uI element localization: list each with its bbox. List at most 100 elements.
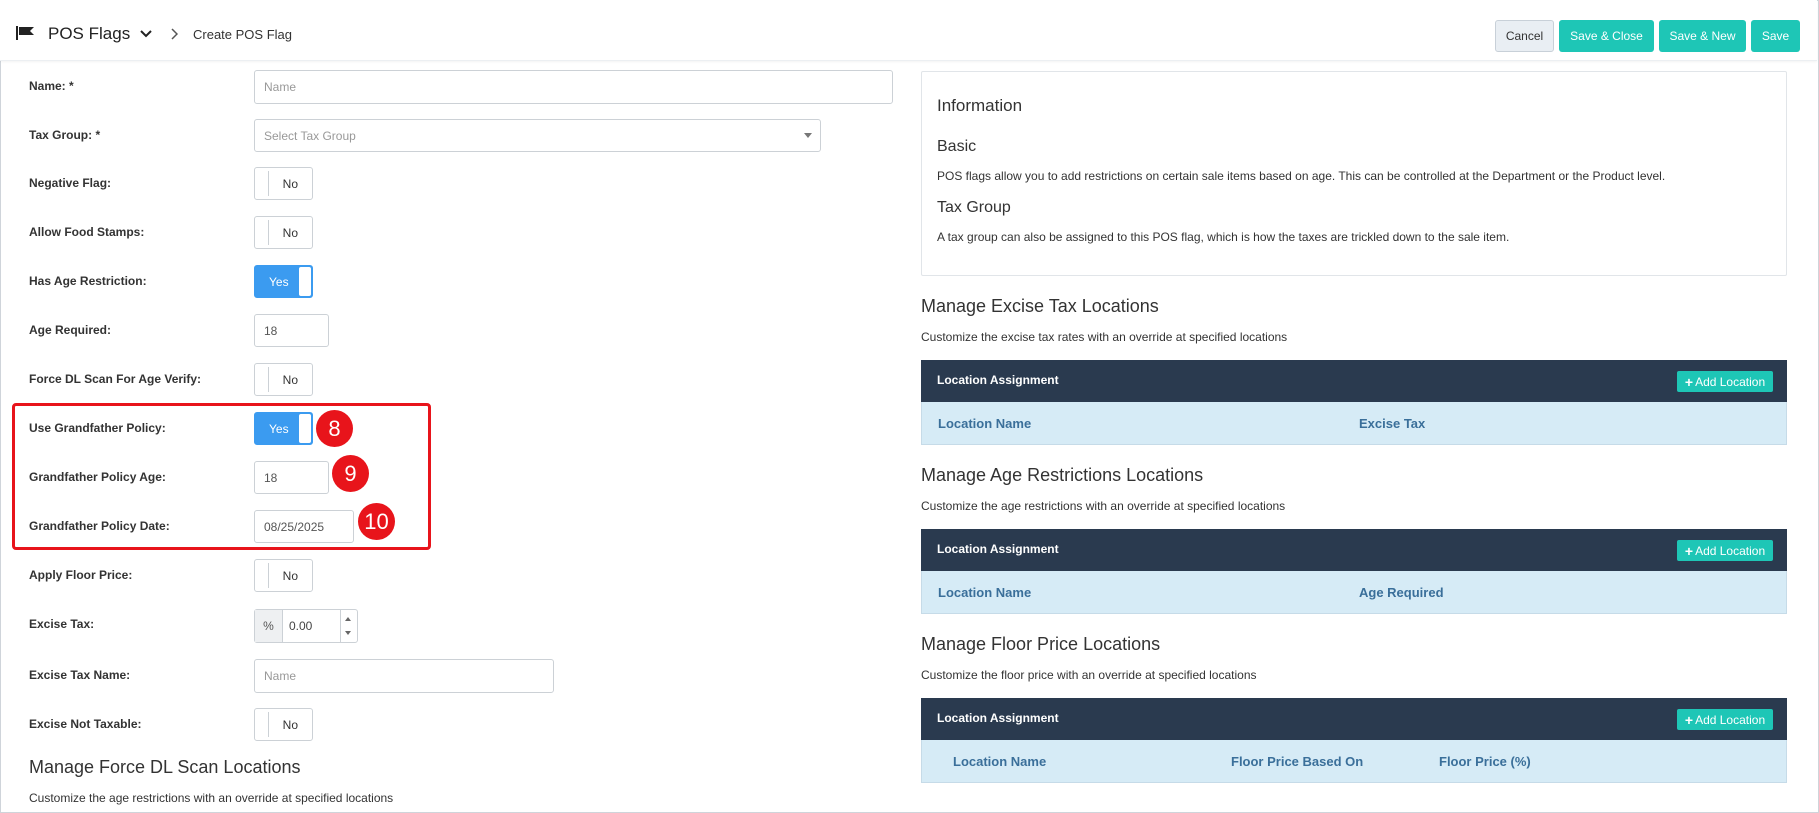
add-location-label: Add Location — [1695, 374, 1766, 389]
flag-icon — [16, 26, 34, 40]
number-stepper[interactable] — [340, 610, 357, 642]
plus-icon: + — [1684, 542, 1694, 559]
excise-tax-name-input[interactable]: Name — [254, 659, 554, 693]
percent-addon: % — [255, 610, 283, 642]
force-dl-section-title: Manage Force DL Scan Locations — [29, 757, 301, 777]
grandfather-policy-age-label: Grandfather Policy Age: — [29, 470, 166, 484]
chevron-right-icon — [171, 28, 178, 40]
negative-flag-toggle[interactable]: No — [254, 167, 313, 200]
excise-add-location-button[interactable]: + Add Location — [1677, 371, 1773, 392]
toggle-knob — [258, 367, 269, 392]
has-age-restriction-label: Has Age Restriction: — [29, 274, 147, 288]
grandfather-policy-date-label: Grandfather Policy Date: — [29, 519, 170, 533]
age-section-title: Manage Age Restrictions Locations — [921, 465, 1204, 485]
age-location-table-header: Location Assignment + Add Location — [921, 529, 1787, 571]
add-location-label: Add Location — [1695, 543, 1766, 558]
save-new-button[interactable]: Save & New — [1659, 20, 1746, 52]
table-title: Location Assignment — [937, 373, 1059, 387]
excise-not-taxable-toggle[interactable]: No — [254, 708, 313, 741]
force-dl-scan-toggle[interactable]: No — [254, 363, 313, 396]
cancel-button[interactable]: Cancel — [1495, 20, 1554, 52]
stepper-down-icon[interactable] — [345, 631, 351, 635]
toggle-state: Yes — [269, 422, 289, 436]
step-badge-10: 10 — [358, 503, 395, 540]
floor-section-desc: Customize the floor price with an overri… — [921, 668, 1257, 682]
apply-floor-price-toggle[interactable]: No — [254, 559, 313, 592]
excise-tax-input[interactable]: % 0.00 — [254, 609, 358, 643]
age-location-columns: Location Name Age Required — [921, 571, 1787, 614]
floor-section-title: Manage Floor Price Locations — [921, 634, 1161, 654]
toggle-knob — [299, 267, 311, 296]
toggle-state: Yes — [269, 275, 289, 289]
excise-not-taxable-label: Excise Not Taxable: — [29, 717, 142, 731]
excise-tax-name-placeholder: Name — [264, 669, 297, 683]
age-required-label: Age Required: — [29, 323, 112, 337]
excise-location-columns: Location Name Excise Tax — [921, 402, 1787, 445]
floor-location-columns: Location Name Floor Price Based On Floor… — [921, 740, 1787, 783]
plus-icon: + — [1684, 373, 1694, 390]
name-input[interactable]: Name — [254, 70, 893, 104]
use-grandfather-policy-label: Use Grandfather Policy: — [29, 421, 166, 435]
step-badge-8: 8 — [316, 410, 353, 447]
info-tax-heading: Tax Group — [937, 199, 1011, 216]
column-header[interactable]: Age Required — [1359, 585, 1444, 600]
excise-section-desc: Customize the excise tax rates with an o… — [921, 330, 1288, 344]
toggle-state: No — [282, 177, 298, 191]
add-location-label: Add Location — [1695, 712, 1766, 727]
column-header[interactable]: Location Name — [938, 585, 1031, 600]
grandfather-policy-date-input[interactable]: 08/25/2025 — [254, 510, 354, 543]
toggle-state: No — [282, 226, 298, 240]
allow-food-stamps-toggle[interactable]: No — [254, 216, 313, 249]
info-basic-text: POS flags allow you to add restrictions … — [937, 169, 1666, 183]
toggle-knob — [299, 414, 311, 443]
stepper-up-icon[interactable] — [345, 617, 351, 621]
age-required-input[interactable]: 18 — [254, 314, 329, 347]
toggle-knob — [258, 220, 269, 245]
excise-section-title: Manage Excise Tax Locations — [921, 296, 1159, 316]
plus-icon: + — [1684, 711, 1694, 728]
caret-down-icon — [804, 133, 812, 138]
column-header[interactable]: Location Name — [938, 416, 1031, 431]
table-title: Location Assignment — [937, 542, 1059, 556]
tax-group-label: Tax Group: * — [29, 128, 101, 142]
excise-tax-value: 0.00 — [289, 619, 313, 633]
name-label: Name: * — [29, 79, 74, 93]
apply-floor-price-label: Apply Floor Price: — [29, 568, 133, 582]
info-basic-heading: Basic — [937, 138, 977, 155]
floor-add-location-button[interactable]: + Add Location — [1677, 709, 1773, 730]
table-title: Location Assignment — [937, 711, 1059, 725]
toggle-state: No — [282, 718, 298, 732]
name-placeholder: Name — [264, 80, 297, 94]
column-header[interactable]: Floor Price Based On — [1231, 754, 1363, 769]
force-dl-scan-label: Force DL Scan For Age Verify: — [29, 372, 202, 386]
info-title: Information — [937, 96, 1023, 115]
information-panel: Information Basic POS flags allow you to… — [921, 71, 1787, 276]
column-header[interactable]: Excise Tax — [1359, 416, 1425, 431]
has-age-restriction-toggle[interactable]: Yes — [254, 265, 313, 298]
excise-tax-name-label: Excise Tax Name: — [29, 668, 131, 682]
save-close-button[interactable]: Save & Close — [1559, 20, 1654, 52]
tax-group-placeholder: Select Tax Group — [264, 128, 356, 143]
tax-group-select[interactable]: Select Tax Group — [254, 119, 821, 152]
page-title[interactable]: POS Flags — [48, 24, 130, 44]
chevron-down-icon[interactable] — [140, 29, 152, 39]
grandfather-policy-age-input[interactable]: 18 — [254, 461, 329, 494]
age-add-location-button[interactable]: + Add Location — [1677, 540, 1773, 561]
excise-tax-label: Excise Tax: — [29, 617, 95, 631]
column-header[interactable]: Location Name — [953, 754, 1046, 769]
use-grandfather-policy-toggle[interactable]: Yes — [254, 412, 313, 445]
save-button[interactable]: Save — [1751, 20, 1800, 52]
toggle-state: No — [282, 373, 298, 387]
toggle-state: No — [282, 569, 298, 583]
step-badge-9: 9 — [332, 455, 369, 492]
top-bar: POS Flags Create POS Flag Cancel Save & … — [0, 0, 1817, 61]
column-header[interactable]: Floor Price (%) — [1439, 754, 1531, 769]
breadcrumb: Create POS Flag — [193, 27, 292, 42]
toggle-knob — [258, 712, 269, 737]
excise-location-table-header: Location Assignment + Add Location — [921, 360, 1787, 402]
age-section-desc: Customize the age restrictions with an o… — [921, 499, 1286, 513]
toggle-knob — [258, 171, 269, 196]
negative-flag-label: Negative Flag: — [29, 176, 112, 190]
force-dl-section-desc: Customize the age restrictions with an o… — [29, 791, 394, 805]
info-tax-text: A tax group can also be assigned to this… — [937, 230, 1510, 244]
